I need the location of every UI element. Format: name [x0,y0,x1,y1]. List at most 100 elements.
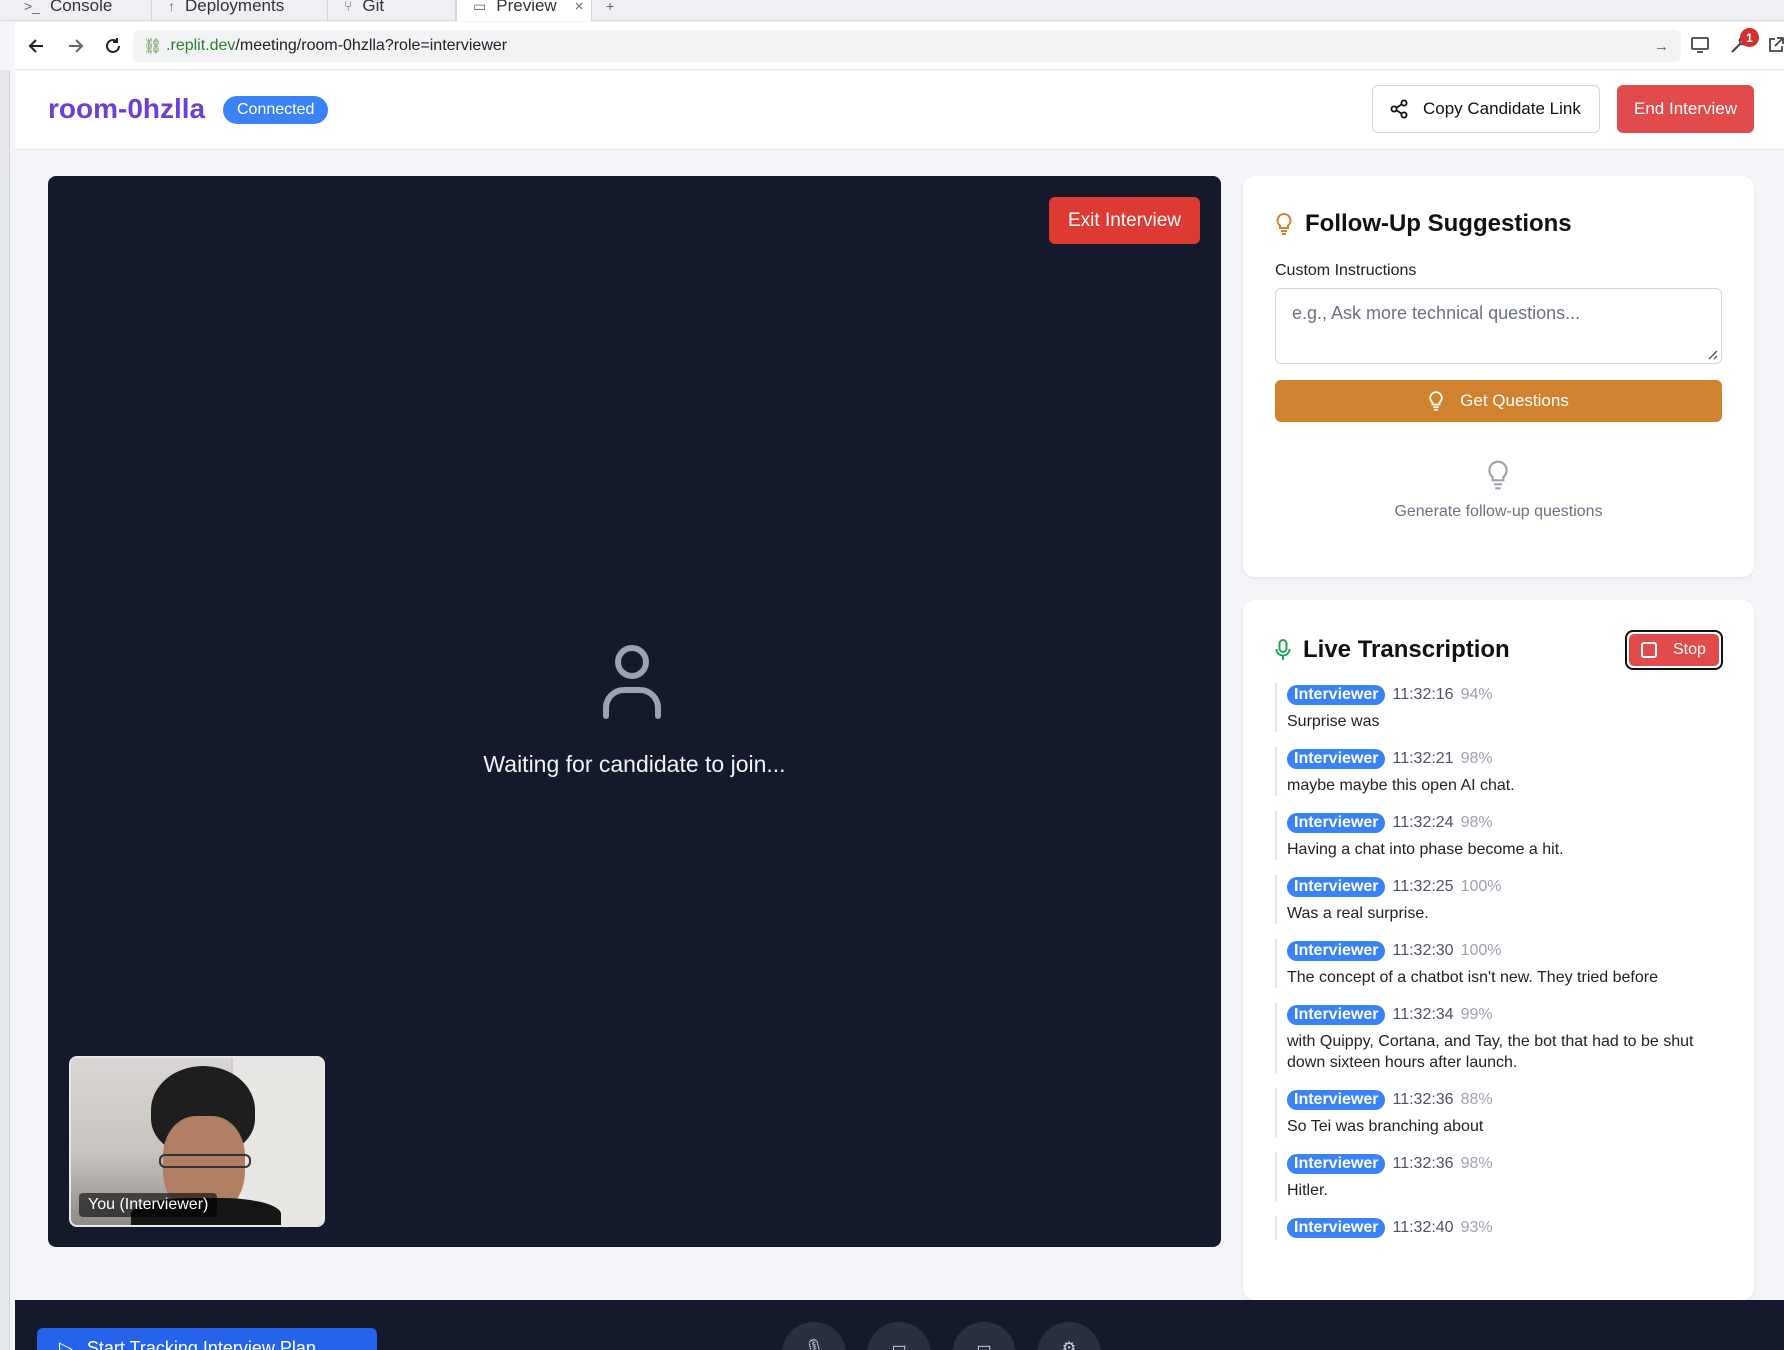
speaker-badge: Interviewer [1287,1218,1386,1238]
link-icon: ⛓ [143,38,163,55]
transcript-entry: Interviewer 11:32:30 100% The concept of a … [1275,939,1730,988]
microphone-icon: 🎙 [803,1340,825,1350]
timestamp: 11:32:40 [1392,1219,1454,1236]
empty-state-text: Generate follow-up questions [1394,503,1603,520]
devices-icon[interactable] [1687,32,1713,58]
transcript-text: Hitler. [1287,1182,1328,1199]
camera-icon: ▭ [891,1340,907,1350]
confidence: 98% [1460,750,1493,767]
confidence: 100% [1460,942,1502,959]
transcript-list: Interviewer 11:32:16 94% Surprise was Interv… [1275,683,1730,1255]
transcript-meta: Interviewer 11:32:16 94% [1287,683,1730,707]
stop-square-icon [1641,642,1657,658]
mic-toggle-button[interactable]: 🎙 [782,1322,846,1350]
git-icon: ⑂ [344,0,353,14]
transcript-meta: Interviewer 11:32:40 93% [1287,1216,1730,1240]
close-tab-icon[interactable]: × [575,0,584,15]
reload-button[interactable] [99,32,127,60]
devtools-icon[interactable]: 1 [1726,28,1759,58]
confidence: 98% [1460,814,1493,831]
custom-instructions-input[interactable]: e.g., Ask more technical questions... [1275,288,1722,364]
exit-interview-button[interactable]: Exit Interview [1049,197,1200,244]
timestamp: 11:32:34 [1392,1006,1454,1023]
speaker-badge: Interviewer [1287,749,1386,769]
user-placeholder-icon [603,645,661,719]
confidence: 98% [1460,1155,1493,1172]
back-button[interactable] [23,32,51,60]
arrow-left-icon [28,39,43,53]
timestamp: 11:32:25 [1392,878,1454,895]
open-external-icon[interactable] [1763,32,1784,58]
follow-up-title: Follow-Up Suggestions [1275,210,1572,238]
transcript-text: Was a real surprise. [1287,905,1429,922]
transcript-text: So Tei was branching about [1287,1118,1484,1135]
remote-video-panel: Exit Interview Waiting for candidate to … [48,176,1221,1247]
confidence: 100% [1460,878,1502,895]
transcript-entry: Interviewer 11:32:36 98% Hitler. [1275,1152,1730,1201]
camera-toggle-button[interactable]: ▭ [867,1322,931,1350]
deploy-icon: ↑ [168,0,175,14]
transcript-entry: Interviewer 11:32:40 93% [1275,1216,1730,1240]
confidence: 88% [1460,1091,1493,1108]
copy-candidate-link-button[interactable]: Copy Candidate Link [1372,85,1600,133]
speaker-badge: Interviewer [1287,1005,1386,1025]
transcript-text: Having a chat into phase become a hit. [1287,841,1564,858]
transcript-meta: Interviewer 11:32:30 100% [1287,939,1730,963]
go-arrow-icon[interactable]: → [1654,38,1669,55]
transcript-entry: Interviewer 11:32:16 94% Surprise was [1275,683,1730,732]
confidence: 93% [1460,1219,1493,1236]
transcript-text: with Quippy, Cortana, and Tay, the bot t… [1287,1033,1694,1071]
end-interview-button[interactable]: End Interview [1617,85,1754,133]
get-questions-button[interactable]: Get Questions [1275,380,1722,422]
transcript-text: The concept of a chatbot isn't new. They… [1287,969,1658,986]
timestamp: 11:32:21 [1392,750,1454,767]
speaker-badge: Interviewer [1287,685,1386,705]
tab-git[interactable]: ⑂ Git [328,0,456,21]
timestamp: 11:32:36 [1392,1091,1454,1108]
tab-deployments[interactable]: ↑ Deployments [152,0,328,21]
confidence: 94% [1460,686,1493,703]
status-badge: Connected [223,96,329,124]
left-panel-edge [0,70,10,1350]
speaker-badge: Interviewer [1287,1154,1386,1174]
microphone-icon [1275,639,1291,660]
app-header: room-0hzlla Connected Copy Candidate Lin… [15,71,1784,150]
transcript-meta: Interviewer 11:32:34 99% [1287,1003,1730,1027]
address-field[interactable]: ⛓ .replit.dev /meeting/room-0hzlla?role=… [133,30,1681,62]
plus-icon: + [606,0,615,14]
forward-button[interactable] [61,32,89,60]
tab-console[interactable]: >_ Console [8,0,152,21]
monitor-icon: ▭ [473,0,487,14]
start-tracking-button[interactable]: ▷ Start Tracking Interview Plan [37,1328,377,1350]
transcript-meta: Interviewer 11:32:36 88% [1287,1088,1730,1112]
stop-transcription-button[interactable]: Stop [1625,630,1723,670]
confidence: 99% [1460,1006,1493,1023]
reload-icon [106,38,120,53]
new-tab-button[interactable]: + [598,0,628,21]
lightbulb-empty-state-icon [1488,460,1508,490]
live-transcription-card: Live Transcription Stop Interviewer 11:32… [1243,600,1754,1300]
url-domain: .replit.dev [166,37,236,54]
transcript-entry: Interviewer 11:32:21 98% maybe maybe this o… [1275,747,1730,796]
lightbulb-icon [1429,391,1443,411]
transcript-meta: Interviewer 11:32:21 98% [1287,747,1730,771]
self-video-label: You (Interviewer) [79,1193,218,1217]
timestamp: 11:32:24 [1392,814,1454,831]
transcript-meta: Interviewer 11:32:36 98% [1287,1152,1730,1176]
url-bar: ⛓ .replit.dev /meeting/room-0hzlla?role=… [15,22,1784,70]
notification-badge: 1 [1740,28,1759,47]
console-icon: >_ [24,0,40,14]
screen-share-button[interactable]: ▭ [952,1322,1016,1350]
transcript-meta: Interviewer 11:32:25 100% [1287,875,1730,899]
bottom-control-bar: ▷ Start Tracking Interview Plan 🎙 ▭ ▭ ⚙ [15,1300,1784,1350]
speaker-badge: Interviewer [1287,941,1386,961]
transcript-entry: Interviewer 11:32:25 100% Was a real surpri… [1275,875,1730,924]
resize-handle-icon[interactable] [1706,348,1718,360]
transcript-text: Surprise was [1287,713,1380,730]
share-icon [1390,99,1408,119]
transcript-entry: Interviewer 11:32:34 99% with Quippy, Corta… [1275,1003,1730,1073]
timestamp: 11:32:30 [1392,942,1454,959]
custom-instructions-label: Custom Instructions [1275,262,1417,279]
tab-preview[interactable]: ▭ Preview × [456,0,592,21]
settings-button[interactable]: ⚙ [1037,1322,1101,1350]
